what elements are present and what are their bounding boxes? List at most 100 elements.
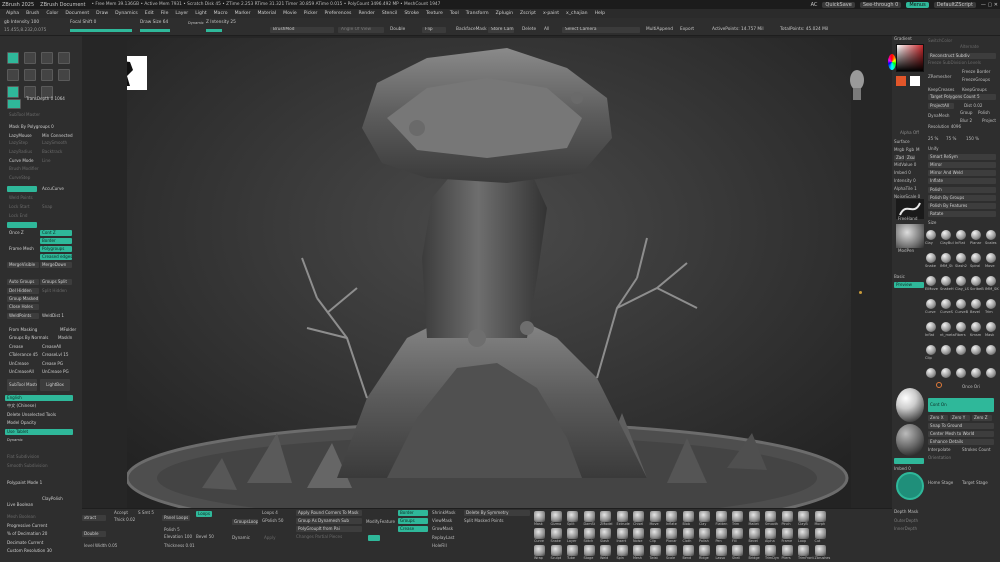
edit-mode-icon[interactable] <box>7 52 19 64</box>
seethrough-slider[interactable]: See-through 0 <box>859 1 902 8</box>
brush-shelf-icon[interactable] <box>748 511 760 522</box>
reconstruct-subdiv-button[interactable]: Reconstruct Subdiv <box>928 53 996 59</box>
changes-partial-button[interactable]: Changes Partial Pieces <box>296 534 342 540</box>
menu-dynamics[interactable]: Dynamics <box>115 11 138 16</box>
menu-zscript[interactable]: Zscript <box>520 11 536 16</box>
brush-thumbnail-icon[interactable] <box>956 276 966 286</box>
polish-deform-slider[interactable]: Polish <box>928 187 996 193</box>
delete-cam-button[interactable]: Delete <box>522 27 536 33</box>
mrgb-button[interactable]: Mrgb <box>894 147 904 153</box>
lazysmooth-slider[interactable]: LazySmooth <box>40 140 69 146</box>
english-button[interactable]: English <box>5 395 73 401</box>
size-deform-slider[interactable]: Size <box>928 220 936 226</box>
brush-shelf-icon[interactable] <box>682 528 694 539</box>
cont-on-button[interactable]: Cont On <box>928 398 994 412</box>
brush-shelf-icon[interactable] <box>600 528 611 539</box>
menu-texture[interactable]: Texture <box>426 11 443 16</box>
backtrack-button[interactable]: Backtrack <box>40 149 64 155</box>
draw-size-slider[interactable]: Draw Size 64 <box>140 20 168 26</box>
mesh-boolean-button[interactable]: Mesh Boolean <box>5 514 38 520</box>
accept-button[interactable]: Accept <box>114 510 128 516</box>
blur-slider[interactable]: Blur 2 <box>960 118 972 124</box>
from-masking-button[interactable]: From Masking <box>7 327 39 333</box>
brush-shelf-icon[interactable] <box>765 511 776 522</box>
ctolerance-slider[interactable]: CTolerance 45 <box>7 352 40 358</box>
brush-shelf-icon[interactable] <box>649 511 661 522</box>
gpolish-slider[interactable]: GPolish 50 <box>262 518 284 524</box>
color-picker[interactable] <box>896 44 924 72</box>
menu-edit[interactable]: Edit <box>145 11 154 16</box>
brush-thumbnail-icon[interactable] <box>986 253 996 263</box>
groupsloops-button[interactable]: GroupsLoops <box>232 519 258 525</box>
imbed-val-slider[interactable]: Imbed 0 <box>894 466 911 472</box>
lock-end-button[interactable]: Lock End <box>7 213 29 219</box>
brush-shelf-icon[interactable] <box>699 545 710 556</box>
loops-toggle[interactable]: Loops <box>196 511 212 517</box>
brush-shelf-icon[interactable] <box>699 528 710 539</box>
brush-shelf-icon[interactable] <box>699 511 710 522</box>
brush-shelf-icon[interactable] <box>666 545 677 556</box>
outer-depth-slider[interactable]: OuterDepth <box>894 518 918 524</box>
zsub-button[interactable]: Zsub <box>905 155 915 161</box>
imbed-slider[interactable]: Imbed 0 <box>894 170 911 176</box>
apply-button[interactable]: Apply <box>264 535 276 541</box>
brush-shelf-icon[interactable] <box>732 528 743 539</box>
perspective-icon[interactable] <box>41 52 53 64</box>
brush-shelf-icon[interactable] <box>814 545 826 556</box>
menu-macro[interactable]: Macro <box>214 11 228 16</box>
zero-x-button[interactable]: Zero X <box>928 415 948 421</box>
brush-thumbnail-icon[interactable] <box>986 322 996 332</box>
brush-thumbnail-icon[interactable] <box>971 299 981 309</box>
viewmask-button[interactable]: ViewMask <box>432 518 452 524</box>
polish-by-groups-slider[interactable]: Polish By Groups <box>928 195 996 201</box>
uncreaseall-button[interactable]: UnCreaseAll <box>7 369 36 375</box>
brush-thumbnail-icon[interactable] <box>971 322 981 332</box>
brush-shelf-icon[interactable] <box>666 528 677 539</box>
cont-z-button[interactable]: Cont Z <box>40 230 72 236</box>
weldpoints-button[interactable]: WeldPoints <box>7 313 39 319</box>
move-icon[interactable] <box>7 69 19 81</box>
draw-mode-icon[interactable] <box>24 52 36 64</box>
alphatile-slider[interactable]: AlphaTile 1 <box>894 186 917 192</box>
subtool-thumbnail-icon[interactable] <box>7 99 21 109</box>
inflate-button[interactable]: Inflate <box>928 178 996 184</box>
head-navigator-icon[interactable] <box>845 66 869 106</box>
brush-shelf-icon[interactable] <box>583 511 595 522</box>
decimation-slider[interactable]: % of Decimation 20 <box>5 531 49 537</box>
brush-thumbnail-icon[interactable] <box>926 368 936 378</box>
thickness-slider[interactable]: Thickness 0.01 <box>164 543 195 549</box>
solo-icon[interactable] <box>7 86 19 98</box>
menu-transform[interactable]: Transform <box>466 11 489 16</box>
brush-thumbnail-icon[interactable] <box>971 368 981 378</box>
claypolish-button[interactable]: ClayPolish <box>40 496 65 502</box>
frame-mesh-button[interactable]: Frame Mesh <box>7 246 36 252</box>
close-holes-button[interactable]: Close Holes <box>7 304 39 310</box>
brush-shelf-icon[interactable] <box>616 511 628 522</box>
bend-button[interactable] <box>7 186 37 192</box>
floor-grid-icon[interactable] <box>58 52 70 64</box>
brush-shelf-icon[interactable] <box>798 545 809 556</box>
lazystep-slider[interactable]: LazyStep <box>7 140 30 146</box>
polish-by-features-slider[interactable]: Polish By Features <box>928 203 996 209</box>
smart-resym-button[interactable]: Smart ReSym <box>928 154 996 160</box>
menu-layer[interactable]: Layer <box>175 11 188 16</box>
brush-thumbnail-icon[interactable] <box>971 345 981 355</box>
brush-shelf-icon[interactable] <box>616 545 628 556</box>
default-script-button[interactable]: DefaultZScript <box>933 1 976 8</box>
brush-thumbnail-icon[interactable] <box>926 345 936 355</box>
brush-shelf-icon[interactable] <box>765 545 776 556</box>
brush-shelf-icon[interactable] <box>616 528 628 539</box>
brush-shelf-icon[interactable] <box>583 545 595 556</box>
dynamic-toggle[interactable]: Dynamic <box>188 20 204 26</box>
rotate-icon[interactable] <box>41 69 53 81</box>
canvas-viewport[interactable] <box>127 38 851 508</box>
group-as-dynamesh-button[interactable]: Group As Dynamesh Sub <box>296 518 362 524</box>
menus-toggle[interactable]: Menus <box>906 1 929 8</box>
keepgroups-button[interactable]: KeepGroups <box>962 87 987 93</box>
polygroupit-button[interactable]: PolyGroupIt from Pai <box>296 526 362 532</box>
group-masked-button[interactable]: Group Masked <box>7 296 39 302</box>
unify-button[interactable]: Unify <box>928 146 939 152</box>
brush-shelf-icon[interactable] <box>550 545 562 556</box>
creaseall-button[interactable]: CreaseAll <box>40 344 63 350</box>
menu-alpha[interactable]: Alpha <box>6 11 19 16</box>
